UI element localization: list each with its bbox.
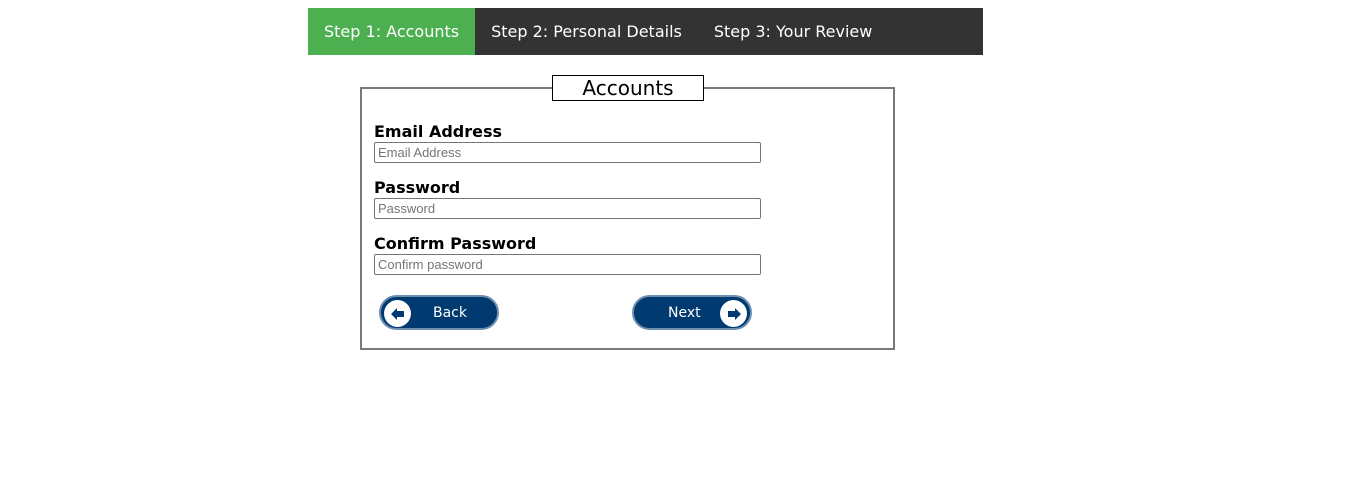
step-label: Step 2: Personal Details [491, 22, 682, 41]
arrow-left-icon [384, 300, 411, 327]
next-button-label: Next [668, 305, 701, 321]
confirm-password-label: Confirm Password [374, 234, 537, 253]
email-field[interactable] [374, 142, 761, 163]
password-label: Password [374, 178, 461, 197]
back-button[interactable]: Back [379, 295, 499, 330]
step-label: Step 1: Accounts [324, 22, 460, 41]
tab-step-review[interactable]: Step 3: Your Review [698, 8, 889, 55]
arrow-right-icon [720, 300, 747, 327]
next-button[interactable]: Next [632, 295, 752, 330]
step-label: Step 3: Your Review [713, 22, 873, 41]
tab-step-personal-details[interactable]: Step 2: Personal Details [475, 8, 698, 55]
fieldset-legend: Accounts [552, 75, 704, 101]
step-navigation: Step 1: Accounts Step 2: Personal Detail… [308, 8, 983, 55]
email-label: Email Address [374, 122, 503, 141]
password-field[interactable] [374, 198, 761, 219]
confirm-password-field[interactable] [374, 254, 761, 275]
tab-step-accounts[interactable]: Step 1: Accounts [308, 8, 476, 55]
back-button-label: Back [433, 305, 467, 321]
